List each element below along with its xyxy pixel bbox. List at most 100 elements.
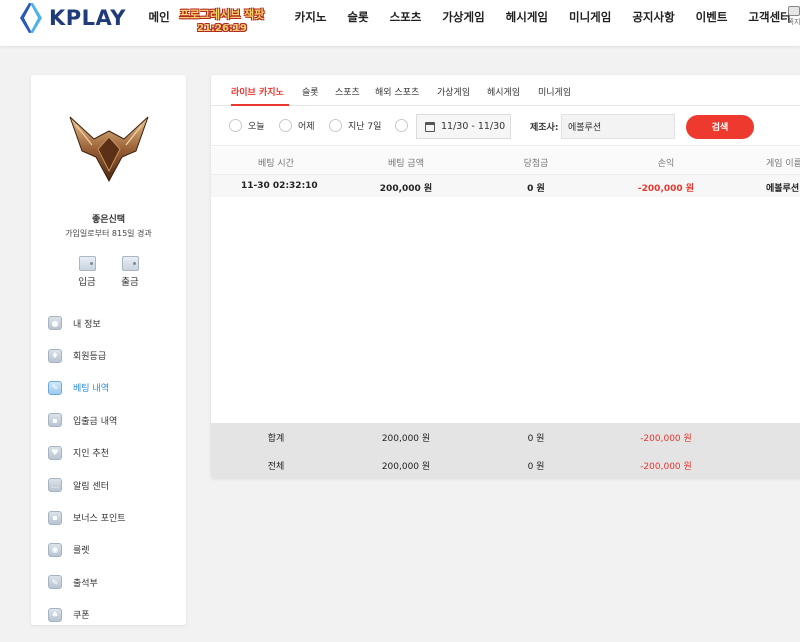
table-summary: 합계 200,000 원 0 원 -200,000 원 전체 200,000 원… (211, 423, 800, 478)
profit-loss: -200,000 원 (637, 184, 695, 194)
brand-name: KPLAY (49, 6, 126, 30)
sidebar-item-label: 보너스 포인트 (73, 514, 126, 525)
jackpot-title: 프로그레시브 잭팟 (179, 8, 265, 21)
nav-casino[interactable]: 카지노 (284, 8, 337, 26)
column-header: 당첨금 (523, 159, 549, 169)
wallet-icon: ▪ (48, 413, 62, 428)
radio-circle (329, 119, 342, 132)
sidebar-item-label: 룰렛 (73, 546, 90, 557)
edit-icon: ✎ (48, 575, 62, 590)
radio-today[interactable]: 오늘 (229, 119, 265, 132)
radio-circle (395, 119, 408, 132)
column-header: 베팅 금액 (388, 159, 424, 169)
tab-live-casino[interactable]: 라이브 카지노 (231, 85, 284, 98)
subtotal-win: 0 원 (527, 434, 545, 444)
nav-mini-game[interactable]: 미니게임 (559, 8, 622, 26)
date-range-picker[interactable]: 11/30 - 11/30 (416, 114, 511, 139)
nav-event[interactable]: 이벤트 (685, 8, 738, 26)
radio-custom-range[interactable] (395, 119, 414, 132)
kplay-logo[interactable]: KPLAY (18, 2, 126, 34)
radio-yesterday[interactable]: 어제 (279, 119, 315, 132)
sidebar-item-roulette[interactable]: ◉ 룰렛 (48, 534, 178, 566)
column-header: 베팅 시간 (258, 159, 294, 169)
sidebar-item-coupon[interactable]: ♠ 쿠폰 (48, 599, 178, 631)
sidebar-item-referral[interactable]: ♥ 지인 추천 (48, 437, 178, 469)
bet-time: 11-30 02:32:10 (241, 181, 318, 191)
top-header: KPLAY 메인 카지노 슬롯 스포츠 가상게임 헤시게임 미니게임 공지사항 … (0, 0, 800, 46)
deposit-label: 입금 (78, 277, 96, 288)
radio-last-7-days[interactable]: 지난 7일 (329, 119, 381, 132)
message-button[interactable]: 쪽지 (786, 6, 800, 27)
total-profit: -200,000 원 (640, 462, 692, 472)
subtotal-profit: -200,000 원 (640, 434, 692, 444)
total-win: 0 원 (527, 462, 545, 472)
user-icon: ● (48, 316, 62, 331)
mypage-sidebar: 좋은신택 가입일로부터 815일 경과 입금 출금 ● 내 정보 ♦ 회원등급 … (31, 75, 186, 625)
message-label: 쪽지 (787, 18, 800, 26)
tab-overseas-sports[interactable]: 해외 스포츠 (375, 85, 419, 98)
radio-last7-label: 지난 7일 (348, 122, 382, 132)
betting-history-panel: 라이브 카지노 슬롯 스포츠 해외 스포츠 가상게임 헤시게임 미니게임 오늘 … (211, 75, 800, 478)
target-icon: ◉ (48, 542, 62, 557)
sidebar-item-notifications[interactable]: … 알림 센터 (48, 469, 178, 501)
join-days: 가입일로부터 815일 경과 (65, 229, 152, 238)
wallet-icon: ▪ (48, 510, 62, 525)
column-header: 손익 (657, 159, 675, 169)
tab-hash-game[interactable]: 헤시게임 (487, 85, 520, 98)
calendar-icon (425, 121, 435, 132)
deposit-button[interactable]: 입금 (72, 256, 102, 288)
sidebar-item-transactions[interactable]: ▪ 입출금 내역 (48, 404, 178, 436)
nav-main[interactable]: 메인 (138, 8, 180, 26)
provider-label: 제조사: (530, 123, 559, 133)
edit-icon: ✎ (48, 380, 62, 395)
table-row[interactable]: 11-30 02:32:10 200,000 원 0 원 -200,000 원 … (211, 175, 800, 197)
game-name: 에볼루션 (766, 184, 800, 194)
progressive-jackpot-link[interactable]: 프로그레시브 잭팟 21:26:19 (176, 8, 268, 36)
withdraw-button[interactable]: 출금 (115, 256, 145, 288)
sidebar-item-label: 회원등급 (73, 352, 107, 363)
subtotal-bet: 200,000 원 (381, 434, 431, 444)
subtotal-label: 합계 (267, 434, 285, 444)
sidebar-item-my-info[interactable]: ● 내 정보 (48, 307, 178, 339)
sidebar-item-label: 알림 센터 (73, 481, 109, 492)
search-button[interactable]: 검색 (686, 115, 754, 139)
sidebar-item-label: 쿠폰 (73, 611, 90, 622)
nav-slot[interactable]: 슬롯 (337, 8, 379, 26)
sidebar-item-bonus-points[interactable]: ▪ 보너스 포인트 (48, 501, 178, 533)
sidebar-item-label: 내 정보 (73, 319, 101, 330)
radio-yesterday-label: 어제 (298, 122, 315, 132)
provider-input[interactable] (561, 114, 675, 139)
sidebar-item-label: 베팅 내역 (73, 384, 109, 395)
tab-slot[interactable]: 슬롯 (302, 85, 319, 98)
withdraw-label: 출금 (121, 277, 139, 288)
deposit-wallet-icon (78, 256, 96, 271)
nav-sports[interactable]: 스포츠 (379, 8, 432, 26)
radio-today-label: 오늘 (248, 122, 265, 132)
sidebar-item-label: 출석부 (73, 578, 98, 589)
total-label: 전체 (267, 462, 285, 472)
mail-icon (788, 6, 800, 16)
shield-icon: ♦ (48, 348, 62, 363)
nav-hash-game[interactable]: 헤시게임 (495, 8, 558, 26)
coupon-icon: ♠ (48, 607, 62, 622)
nav-virtual-game[interactable]: 가상게임 (432, 8, 495, 26)
sidebar-item-label: 입출금 내역 (73, 416, 118, 427)
sidebar-item-attendance[interactable]: ✎ 출석부 (48, 566, 178, 598)
jackpot-timer: 21:26:19 (197, 23, 247, 34)
date-range-value: 11/30 - 11/30 (441, 121, 506, 132)
withdraw-wallet-icon (121, 256, 139, 271)
sidebar-item-betting-history[interactable]: ✎ 베팅 내역 (48, 372, 178, 404)
tab-mini-game[interactable]: 미니게임 (538, 85, 571, 98)
bet-amount: 200,000 원 (379, 184, 433, 194)
tab-virtual-game[interactable]: 가상게임 (437, 85, 470, 98)
radio-circle (229, 119, 242, 132)
column-header: 게임 이름 (766, 159, 800, 169)
game-category-tabs: 라이브 카지노 슬롯 스포츠 해외 스포츠 가상게임 헤시게임 미니게임 (211, 75, 800, 106)
heart-icon: ♥ (48, 445, 62, 460)
nav-notice[interactable]: 공지사항 (622, 8, 685, 26)
date-filter-bar: 오늘 어제 지난 7일 11/30 - 11/30 제조사: 검색 (211, 106, 800, 146)
sidebar-menu: ● 내 정보 ♦ 회원등급 ✎ 베팅 내역 ▪ 입출금 내역 ♥ 지인 추천 …… (48, 307, 178, 631)
sidebar-item-member-level[interactable]: ♦ 회원등급 (48, 339, 178, 371)
tab-sports[interactable]: 스포츠 (335, 85, 360, 98)
sidebar-item-label: 지인 추천 (73, 449, 109, 460)
